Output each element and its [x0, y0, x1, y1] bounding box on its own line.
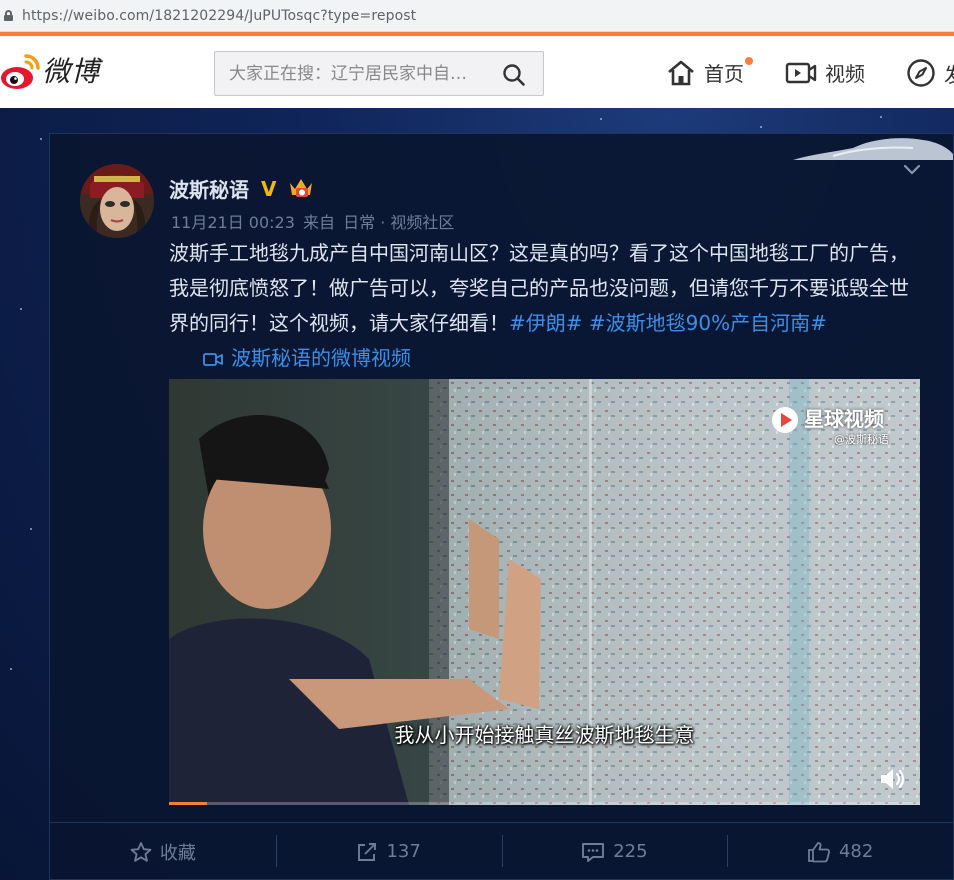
source-prefix: 来自 — [303, 213, 336, 232]
video-watermark: 星球视频 @波斯秘语 — [768, 401, 898, 449]
verified-v-badge: V — [261, 177, 277, 201]
post-content: 波斯手工地毯九成产自中国河南山区？这是真的吗？看了这个中国地毯工厂的广告，我是彻… — [169, 236, 914, 378]
like-count: 482 — [838, 841, 874, 862]
comment-count: 225 — [613, 841, 648, 862]
repost-count: 137 — [386, 841, 421, 862]
hashtag-persian-carpet[interactable]: #波斯地毯90%产自河南# — [589, 311, 827, 335]
logo-text: 微博 — [42, 55, 101, 88]
crown-badge-icon — [290, 179, 312, 197]
avatar-image — [80, 164, 154, 238]
post-card: 波斯秘语 V 11月21日 00:23 来自 日常 · 视频社区 波斯手工地毯九… — [49, 133, 954, 880]
cloud-decoration — [793, 138, 953, 160]
url-text[interactable]: https://weibo.com/1821202294/JuPUTosqc?t… — [22, 8, 416, 24]
hashtag-iran[interactable]: #伊朗# — [509, 311, 583, 335]
video-link[interactable]: 波斯秘语的微博视频 — [169, 341, 411, 376]
home-icon — [668, 60, 694, 85]
search-box[interactable] — [214, 51, 544, 96]
chevron-down-icon[interactable] — [903, 164, 921, 176]
video-subtitle: 我从小开始接触真丝波斯地毯生意 — [394, 723, 695, 747]
post-meta: 11月21日 00:23 来自 日常 · 视频社区 — [171, 209, 454, 233]
nav-discover[interactable]: 发 — [906, 58, 954, 88]
favorite-label: 收藏 — [159, 842, 196, 864]
volume-icon[interactable] — [878, 767, 906, 791]
like-button[interactable]: 482 — [727, 823, 953, 880]
comment-button[interactable]: 225 — [501, 823, 728, 880]
nav-video[interactable]: 视频 — [785, 58, 865, 87]
search-icon[interactable] — [502, 63, 526, 87]
weibo-eye-icon — [1, 54, 40, 89]
lock-icon — [4, 10, 13, 21]
like-icon — [808, 841, 830, 862]
username[interactable]: 波斯秘语 — [169, 174, 249, 203]
play-logo-icon — [772, 407, 798, 433]
post-source[interactable]: 日常 · 视频社区 — [343, 213, 454, 232]
post-time[interactable]: 11月21日 00:23 — [171, 213, 295, 232]
watermark-title: 星球视频 — [804, 407, 884, 431]
video-player[interactable]: 星球视频 @波斯秘语 我从小开始接触真丝波斯地毯生意 — [169, 379, 920, 805]
avatar[interactable] — [80, 164, 154, 238]
nav-video-label: 视频 — [825, 62, 865, 86]
watermark-subtitle: @波斯秘语 — [834, 433, 889, 446]
video-progress-fill — [169, 802, 207, 805]
top-navigation: 微博 首页 视频 发 — [0, 36, 954, 108]
nav-discover-label: 发 — [944, 59, 954, 88]
favorite-button[interactable]: 收藏 — [50, 823, 276, 880]
nav-home[interactable]: 首页 — [666, 57, 753, 87]
notification-dot — [745, 57, 753, 65]
browser-address-bar[interactable]: https://weibo.com/1821202294/JuPUTosqc?t… — [0, 0, 954, 32]
video-icon — [785, 62, 817, 83]
star-icon — [130, 841, 152, 862]
video-progress-bar[interactable] — [169, 802, 920, 805]
nav-home-label: 首页 — [704, 62, 744, 86]
video-link-label: 波斯秘语的微博视频 — [231, 346, 411, 370]
share-icon — [358, 842, 377, 861]
comment-icon — [582, 842, 605, 862]
repost-button[interactable]: 137 — [275, 823, 502, 880]
post-actions: 收藏 137 225 482 — [50, 822, 953, 880]
video-camera-icon — [203, 352, 223, 366]
search-input[interactable] — [229, 62, 489, 86]
weibo-logo[interactable]: 微博 — [0, 48, 100, 92]
compass-icon — [907, 59, 935, 87]
